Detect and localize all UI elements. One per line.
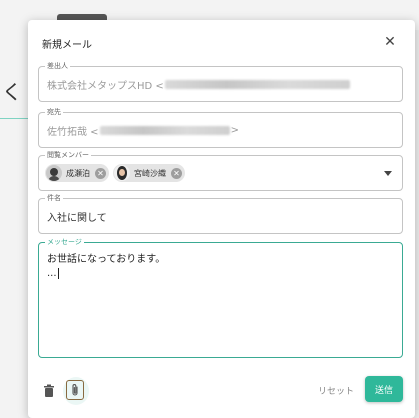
message-textarea[interactable]: メッセージ お世話になっております。 ... bbox=[38, 237, 403, 358]
text-caret bbox=[57, 267, 59, 279]
to-value-suffix: > bbox=[230, 124, 239, 136]
from-field: 差出人 株式会社メタップスHD < bbox=[38, 61, 403, 102]
chevron-down-icon[interactable] bbox=[384, 171, 392, 176]
member-name: 成瀬泊 bbox=[66, 168, 90, 178]
background-underline bbox=[0, 118, 30, 119]
viewers-select[interactable]: 閲覧メンバー 成瀬泊 ✕ 宮崎沙織 ✕ bbox=[38, 150, 403, 191]
subject-field[interactable]: 件名 入社に関して bbox=[38, 193, 403, 234]
trash-icon[interactable] bbox=[43, 384, 55, 398]
subject-value: 入社に関して bbox=[47, 212, 107, 224]
cancel-icon[interactable]: ✕ bbox=[171, 167, 182, 179]
send-button[interactable]: 送信 bbox=[365, 376, 403, 402]
avatar bbox=[46, 165, 62, 181]
attach-button[interactable] bbox=[63, 377, 89, 405]
reset-button[interactable]: リセット bbox=[318, 384, 354, 397]
from-value: 株式会社メタップスHD < bbox=[47, 80, 164, 92]
redacted-email bbox=[99, 125, 230, 135]
avatar bbox=[114, 165, 130, 181]
message-line-1: お世話になっております。 bbox=[47, 254, 166, 265]
message-line-2: ... bbox=[47, 268, 57, 279]
member-name: 宮崎沙織 bbox=[134, 168, 166, 178]
paperclip-icon bbox=[72, 384, 78, 396]
member-chip[interactable]: 宮崎沙織 ✕ bbox=[113, 164, 185, 182]
new-mail-dialog: 新規メール ✕ 差出人 株式会社メタップスHD < 宛先 佐竹拓哉 < > 閲覧… bbox=[28, 20, 415, 418]
to-field[interactable]: 宛先 佐竹拓哉 < > bbox=[38, 107, 403, 148]
message-label: メッセージ bbox=[45, 237, 84, 247]
redacted-email bbox=[164, 79, 350, 89]
dialog-title: 新規メール bbox=[42, 40, 92, 51]
to-value-name: 佐竹拓哉 < bbox=[47, 126, 99, 138]
cancel-icon[interactable]: ✕ bbox=[95, 167, 106, 179]
member-chip[interactable]: 成瀬泊 ✕ bbox=[45, 164, 109, 182]
close-icon[interactable]: ✕ bbox=[383, 35, 397, 49]
